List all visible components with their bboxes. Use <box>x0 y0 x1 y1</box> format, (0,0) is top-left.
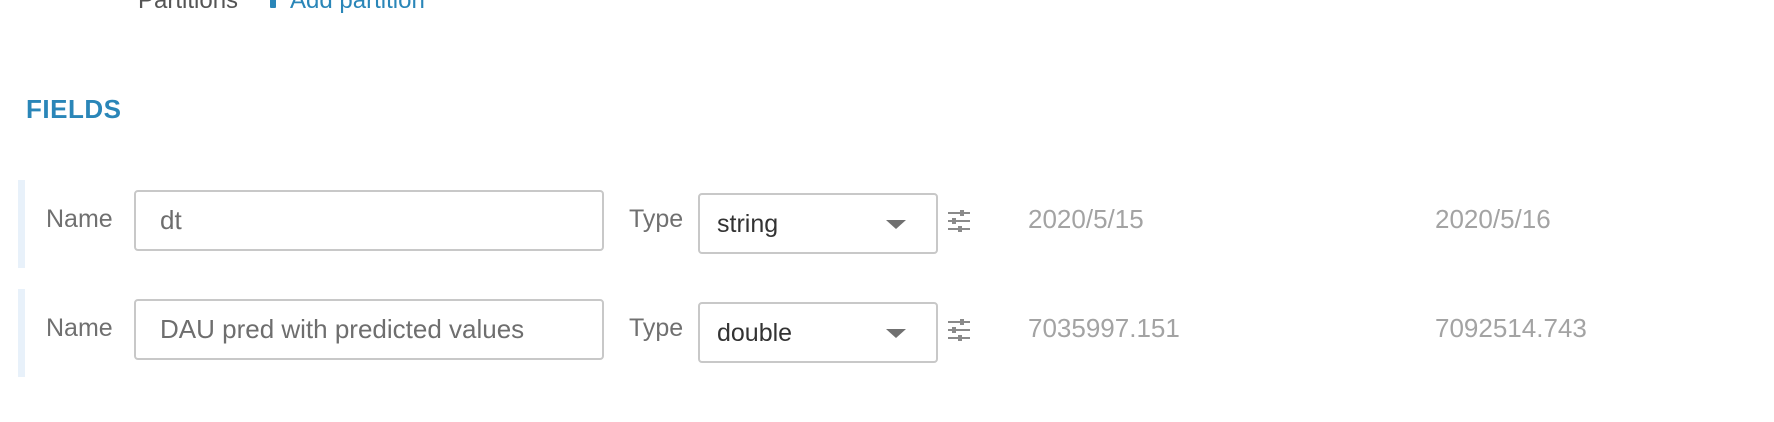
sample-value: 2020/5/16 <box>1435 204 1551 234</box>
chevron-down-icon <box>886 329 906 338</box>
sample-value: 2020/5/15 <box>1028 204 1144 234</box>
type-label: Type <box>629 314 684 342</box>
plus-icon <box>270 0 277 8</box>
sliders-icon[interactable] <box>946 318 972 342</box>
add-partition-label: Add partition <box>290 0 425 14</box>
type-select-value: double <box>717 319 793 347</box>
type-label: Type <box>629 205 684 233</box>
partitions-row: Partitions Add partition <box>138 0 425 16</box>
fields-section-title: FIELDS <box>26 94 122 124</box>
chevron-down-icon <box>886 220 906 229</box>
field-name-input[interactable] <box>134 190 604 251</box>
field-row: Name Type string 2020/5/15 2020/5/16 <box>18 180 1745 268</box>
field-type-select[interactable]: double <box>698 302 938 363</box>
name-label: Name <box>46 314 113 342</box>
name-label: Name <box>46 205 113 233</box>
sliders-icon[interactable] <box>946 209 972 233</box>
sample-value: 7035997.151 <box>1028 313 1180 343</box>
sample-value: 7092514.743 <box>1435 313 1587 343</box>
add-partition-link[interactable]: Add partition <box>270 0 425 15</box>
field-type-select[interactable]: string <box>698 193 938 254</box>
partitions-label: Partitions <box>138 0 239 14</box>
field-row: Name Type double 7035997.151 7092514.743 <box>18 289 1745 377</box>
type-select-value: string <box>717 210 779 238</box>
field-name-input[interactable] <box>134 299 604 360</box>
